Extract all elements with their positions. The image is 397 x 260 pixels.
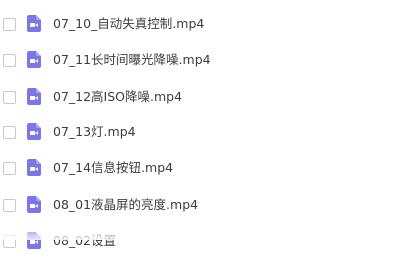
file-name: 08_01液晶屏的亮度.mp4 bbox=[53, 197, 199, 212]
video-file-icon bbox=[27, 196, 41, 213]
file-name: 08_02设置 bbox=[53, 233, 117, 248]
row-checkbox[interactable] bbox=[3, 162, 16, 175]
video-file-icon bbox=[27, 159, 41, 176]
file-name: 07_14信息按钮.mp4 bbox=[53, 160, 174, 175]
list-item[interactable]: 07_11长时间曝光降噪.mp4 bbox=[0, 43, 397, 79]
row-checkbox[interactable] bbox=[3, 18, 16, 31]
row-checkbox[interactable] bbox=[3, 54, 16, 67]
file-name: 07_11长时间曝光降噪.mp4 bbox=[53, 52, 211, 67]
video-file-icon bbox=[27, 123, 41, 140]
list-item[interactable]: 08_01液晶屏的亮度.mp4 bbox=[0, 188, 397, 224]
row-checkbox[interactable] bbox=[3, 91, 16, 104]
list-item[interactable]: 07_13灯.mp4 bbox=[0, 115, 397, 151]
video-file-icon bbox=[27, 88, 41, 105]
video-file-icon bbox=[27, 15, 41, 32]
row-checkbox[interactable] bbox=[3, 235, 16, 248]
row-checkbox[interactable] bbox=[3, 126, 16, 139]
video-file-icon bbox=[27, 51, 41, 68]
list-item[interactable]: 07_10_自动失真控制.mp4 bbox=[0, 7, 397, 43]
list-item[interactable]: 08_02设置 bbox=[0, 224, 397, 260]
video-file-icon bbox=[27, 232, 41, 249]
file-list: 07_10_自动失真控制.mp4 07_11长时间曝光降噪.mp4 07_12高… bbox=[0, 0, 397, 249]
list-item[interactable]: 07_12高ISO降噪.mp4 bbox=[0, 80, 397, 116]
file-name: 07_12高ISO降噪.mp4 bbox=[53, 89, 183, 104]
file-name: 07_10_自动失真控制.mp4 bbox=[53, 16, 205, 31]
file-name: 07_13灯.mp4 bbox=[53, 124, 136, 139]
row-checkbox[interactable] bbox=[3, 199, 16, 212]
list-item[interactable]: 07_14信息按钮.mp4 bbox=[0, 151, 397, 187]
